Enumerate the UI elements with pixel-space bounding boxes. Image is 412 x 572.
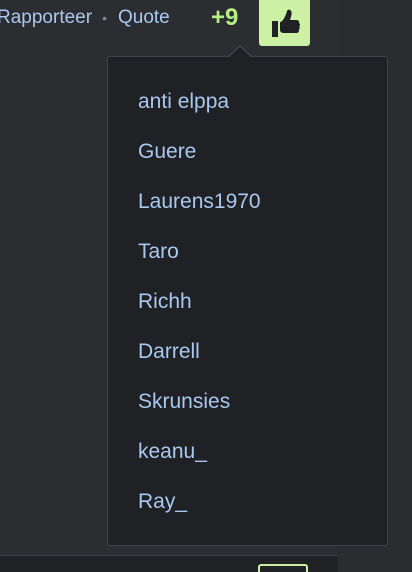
liker-user-link[interactable]: keanu_ (138, 436, 387, 486)
thumbs-up-icon (271, 9, 300, 37)
likers-list: anti elppa Guere Laurens1970 Taro Richh … (108, 57, 387, 536)
liker-user-link[interactable]: Skrunsies (138, 386, 387, 436)
liker-user-link[interactable]: Guere (138, 136, 387, 186)
next-post-like-button[interactable] (258, 564, 308, 572)
like-button[interactable] (259, 0, 310, 46)
popup-arrow-fill (229, 47, 251, 57)
post-actions-bar: Rapporteer • Quote (0, 6, 170, 30)
liker-user-link[interactable]: Darrell (138, 336, 387, 386)
forum-post-area: Rapporteer • Quote +9 anti elppa Guere L… (0, 0, 412, 572)
reaction-count[interactable]: +9 (211, 2, 238, 34)
liker-user-link[interactable]: Richh (138, 286, 387, 336)
liker-user-link[interactable]: anti elppa (138, 86, 387, 136)
liker-user-link[interactable]: Laurens1970 (138, 186, 387, 236)
action-separator: • (102, 10, 107, 26)
report-link[interactable]: Rapporteer (0, 7, 92, 29)
quote-link[interactable]: Quote (118, 7, 170, 29)
liker-user-link[interactable]: Taro (138, 236, 387, 286)
liker-user-link[interactable]: Ray_ (138, 486, 387, 536)
likers-popup: anti elppa Guere Laurens1970 Taro Richh … (107, 56, 388, 546)
